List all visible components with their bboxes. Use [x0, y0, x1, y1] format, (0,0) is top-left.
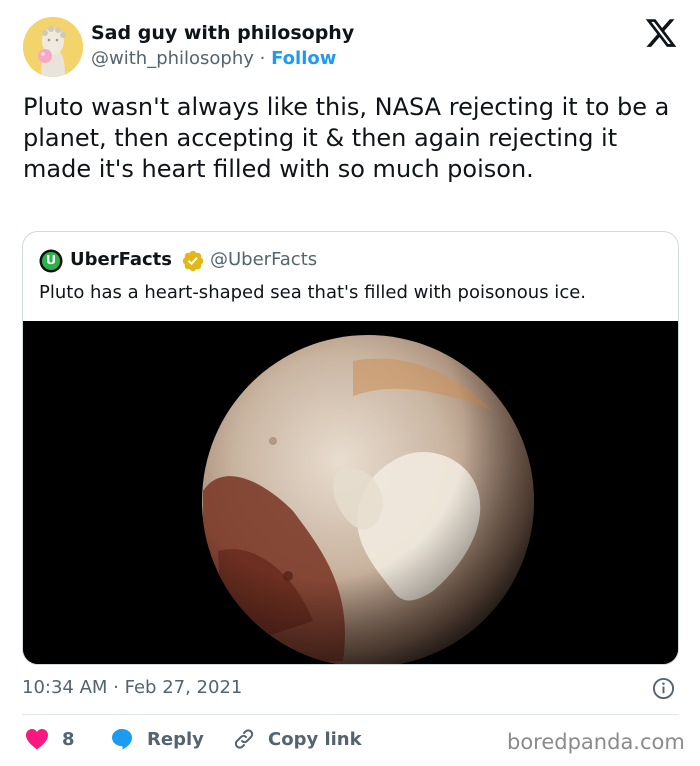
statue-avatar-icon: [23, 17, 83, 77]
copy-link-label: Copy link: [268, 728, 362, 750]
source-watermark: boredpanda.com: [507, 730, 685, 754]
copy-link-button[interactable]: Copy link: [232, 726, 362, 752]
quoted-author-name[interactable]: UberFacts: [70, 249, 172, 270]
author-handle-line: @with_philosophy · Follow: [91, 48, 336, 69]
link-icon: [234, 729, 254, 749]
quoted-tweet-card[interactable]: UberFacts @UberFacts Pluto has a heart-s…: [22, 231, 679, 665]
author-handle[interactable]: @with_philosophy: [91, 48, 254, 69]
reply-label: Reply: [147, 728, 204, 750]
follow-button[interactable]: Follow: [271, 48, 336, 69]
info-icon[interactable]: [652, 677, 675, 700]
uberfacts-logo-icon[interactable]: [39, 249, 63, 273]
tweet-text: Pluto wasn't always like this, NASA reje…: [23, 93, 670, 183]
handle-separator: ·: [253, 48, 272, 69]
divider: [22, 714, 679, 715]
tweet-timestamp[interactable]: 10:34 AM · Feb 27, 2021: [22, 677, 242, 698]
reply-bubble-icon: [112, 729, 132, 750]
author-avatar[interactable]: [23, 17, 83, 77]
like-count: 8: [62, 728, 75, 750]
reply-button[interactable]: Reply: [110, 726, 204, 752]
pluto-planet-photo[interactable]: [23, 321, 678, 664]
quoted-tweet-text: Pluto has a heart-shaped sea that's fill…: [39, 282, 587, 303]
like-button[interactable]: 8: [25, 726, 75, 752]
gold-check-badge-icon: [181, 249, 205, 273]
heart-icon: [26, 729, 48, 750]
author-name[interactable]: Sad guy with philosophy: [91, 22, 354, 44]
quoted-author-handle[interactable]: @UberFacts: [210, 249, 317, 270]
x-logo-icon[interactable]: [644, 16, 678, 50]
